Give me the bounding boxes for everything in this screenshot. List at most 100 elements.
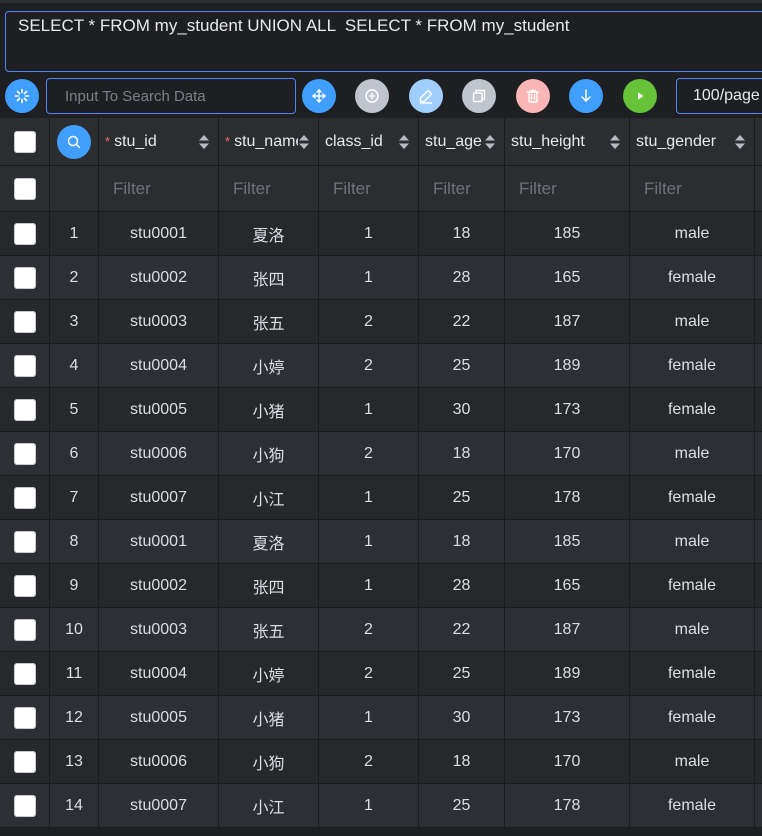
column-header-stu-name[interactable]: * stu_name [219,118,319,165]
cell-class-id[interactable]: 2 [319,740,419,783]
table-row[interactable]: 14 stu0007 小江 1 25 178 female [0,784,762,828]
cell-stu-id[interactable]: stu0002 [99,256,219,299]
move-button[interactable] [302,79,336,113]
row-checkbox[interactable] [13,310,36,333]
cell-stu-gender[interactable]: male [630,740,755,783]
cell-stu-gender[interactable]: male [630,300,755,343]
download-button[interactable] [569,79,603,113]
cell-stu-height[interactable]: 173 [505,696,630,739]
cell-class-id[interactable]: 2 [319,300,419,343]
row-checkbox[interactable] [13,354,36,377]
cell-class-id[interactable]: 1 [319,564,419,607]
cell-stu-name[interactable]: 小婷 [219,344,319,387]
cell-stu-id[interactable]: stu0005 [99,388,219,431]
run-button[interactable] [623,79,657,113]
cell-stu-gender[interactable]: female [630,476,755,519]
table-row[interactable]: 7 stu0007 小江 1 25 178 female [0,476,762,520]
cell-stu-gender[interactable]: female [630,652,755,695]
column-header-stu-gender[interactable]: stu_gender [630,118,755,165]
cell-class-id[interactable]: 2 [319,432,419,475]
filter-class-id[interactable]: Filter [319,166,419,211]
cell-stu-height[interactable]: 170 [505,432,630,475]
row-checkbox[interactable] [13,750,36,773]
table-row[interactable]: 12 stu0005 小猪 1 30 173 female [0,696,762,740]
cell-stu-age[interactable]: 25 [419,476,505,519]
cell-class-id[interactable]: 1 [319,520,419,563]
cell-stu-gender[interactable]: female [630,784,755,827]
cell-class-id[interactable]: 1 [319,696,419,739]
sort-icon[interactable] [734,133,746,151]
filter-stu-height[interactable]: Filter [505,166,630,211]
row-checkbox[interactable] [13,266,36,289]
cell-stu-age[interactable]: 22 [419,608,505,651]
search-button[interactable] [57,124,91,159]
cell-stu-id[interactable]: stu0001 [99,212,219,255]
cell-stu-gender[interactable]: male [630,432,755,475]
sql-editor[interactable]: SELECT * FROM my_student UNION ALL SELEC… [5,11,762,72]
sort-icon[interactable] [484,133,496,151]
cell-stu-height[interactable]: 187 [505,608,630,651]
select-all-checkbox[interactable] [13,130,36,153]
cell-stu-age[interactable]: 18 [419,520,505,563]
table-row[interactable]: 4 stu0004 小婷 2 25 189 female [0,344,762,388]
row-checkbox[interactable] [13,486,36,509]
cell-stu-height[interactable]: 178 [505,784,630,827]
cell-stu-age[interactable]: 30 [419,696,505,739]
cell-class-id[interactable]: 1 [319,256,419,299]
row-checkbox[interactable] [13,706,36,729]
cell-stu-age[interactable]: 18 [419,432,505,475]
cell-stu-id[interactable]: stu0002 [99,564,219,607]
cell-class-id[interactable]: 1 [319,388,419,431]
cell-stu-height[interactable]: 165 [505,564,630,607]
cell-stu-id[interactable]: stu0007 [99,476,219,519]
cell-class-id[interactable]: 1 [319,476,419,519]
table-row[interactable]: 11 stu0004 小婷 2 25 189 female [0,652,762,696]
cell-stu-gender[interactable]: female [630,564,755,607]
cell-stu-gender[interactable]: male [630,212,755,255]
table-row[interactable]: 2 stu0002 张四 1 28 165 female [0,256,762,300]
page-size-select[interactable]: 100/page [676,78,762,114]
column-header-stu-id[interactable]: * stu_id [99,118,219,165]
filter-checkbox[interactable] [13,177,36,200]
sort-icon[interactable] [398,133,410,151]
copy-button[interactable] [462,79,496,113]
cell-stu-age[interactable]: 18 [419,212,505,255]
cell-stu-id[interactable]: stu0003 [99,608,219,651]
cell-stu-age[interactable]: 25 [419,784,505,827]
sort-icon[interactable] [298,133,310,151]
table-row[interactable]: 10 stu0003 张五 2 22 187 male [0,608,762,652]
cell-stu-height[interactable]: 173 [505,388,630,431]
cell-stu-name[interactable]: 张四 [219,564,319,607]
cell-stu-id[interactable]: stu0005 [99,696,219,739]
table-row[interactable]: 13 stu0006 小狗 2 18 170 male [0,740,762,784]
row-checkbox[interactable] [13,222,36,245]
cell-stu-id[interactable]: stu0003 [99,300,219,343]
cell-stu-id[interactable]: stu0001 [99,520,219,563]
cell-stu-id[interactable]: stu0006 [99,740,219,783]
cell-stu-age[interactable]: 28 [419,564,505,607]
cell-stu-name[interactable]: 小江 [219,784,319,827]
delete-button[interactable] [516,79,550,113]
cell-stu-age[interactable]: 25 [419,344,505,387]
cell-class-id[interactable]: 2 [319,652,419,695]
cell-stu-gender[interactable]: female [630,344,755,387]
column-header-stu-height[interactable]: stu_height [505,118,630,165]
filter-stu-name[interactable]: Filter [219,166,319,211]
cell-class-id[interactable]: 2 [319,608,419,651]
cell-class-id[interactable]: 1 [319,784,419,827]
cell-stu-name[interactable]: 小猪 [219,696,319,739]
row-checkbox[interactable] [13,618,36,641]
cell-stu-age[interactable]: 22 [419,300,505,343]
table-row[interactable]: 8 stu0001 夏洛 1 18 185 male [0,520,762,564]
row-checkbox[interactable] [13,530,36,553]
cell-stu-name[interactable]: 小江 [219,476,319,519]
cell-stu-gender[interactable]: male [630,520,755,563]
sort-icon[interactable] [198,133,210,151]
add-button[interactable] [355,79,389,113]
cell-stu-gender[interactable]: male [630,608,755,651]
cell-stu-name[interactable]: 夏洛 [219,212,319,255]
table-row[interactable]: 1 stu0001 夏洛 1 18 185 male [0,212,762,256]
cell-stu-name[interactable]: 张五 [219,300,319,343]
cell-stu-height[interactable]: 185 [505,212,630,255]
cell-stu-name[interactable]: 张五 [219,608,319,651]
